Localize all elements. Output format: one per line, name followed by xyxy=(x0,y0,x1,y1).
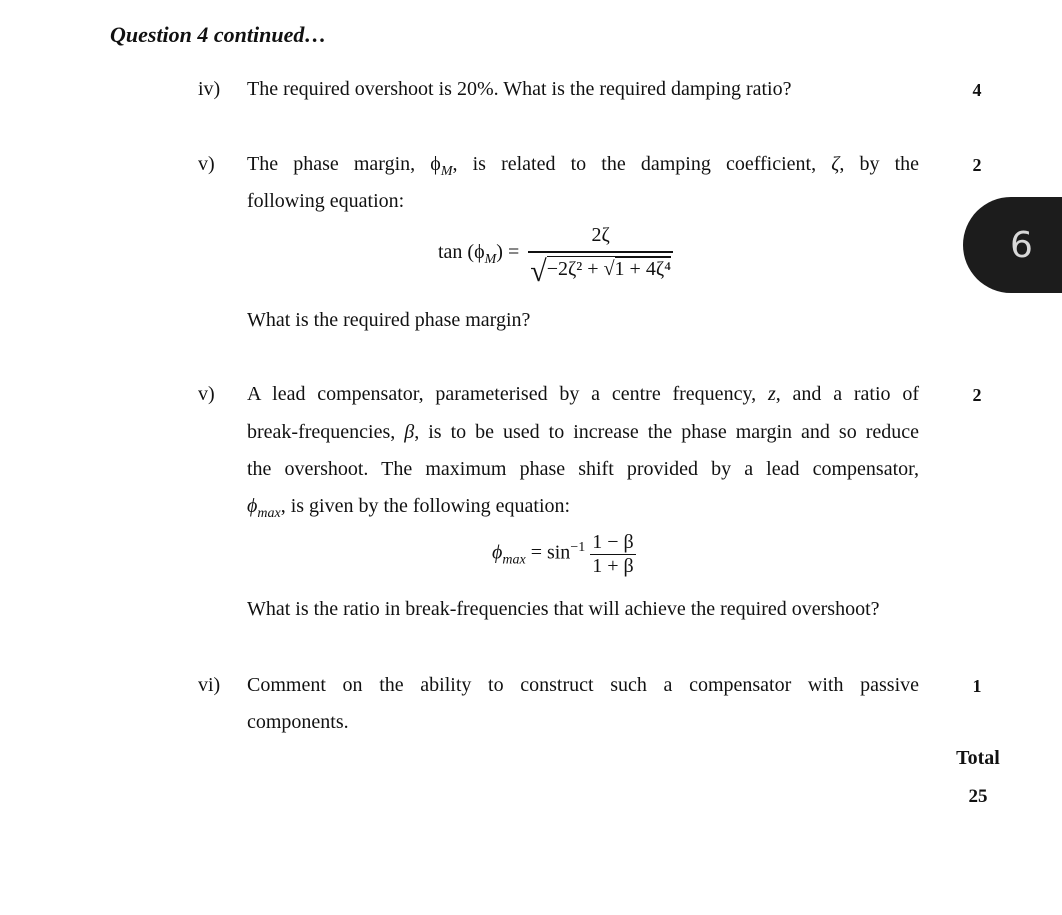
question-text-v-b-line1: A lead compensator, parameterised by a c… xyxy=(247,383,919,405)
question-text-v-a-question: What is the required phase margin? xyxy=(247,309,531,331)
marks-iv: 4 xyxy=(972,80,982,100)
question-text-v-a-line1: The phase margin, ϕM, is related to the … xyxy=(247,153,920,179)
question-label-iv: iv) xyxy=(198,78,221,100)
question-label-v-b: v) xyxy=(198,383,215,405)
question-text-v-b-line3: the overshoot. The maximum phase shift p… xyxy=(247,458,919,480)
marks-vi: 1 xyxy=(972,676,982,696)
question-label-vi: vi) xyxy=(198,674,221,696)
total-value: 25 xyxy=(968,786,988,807)
question-text-vi-line1: Comment on the ability to construct such… xyxy=(247,674,919,696)
question-text-v-b-line4: ϕmax, is given by the following equation… xyxy=(247,495,571,521)
marks-v-b: 2 xyxy=(972,385,982,405)
max-phase-equation: ϕmax = sin−1 1 − β 1 + β xyxy=(492,531,636,577)
section-heading: Question 4 continued… xyxy=(110,22,327,47)
phase-margin-equation: tan (ϕM) = 2ζ √−2ζ² + √1 + 4ζ⁴ xyxy=(438,224,674,288)
question-label-v-a: v) xyxy=(198,153,215,175)
question-text-iv: The required overshoot is 20%. What is t… xyxy=(247,78,792,100)
total-label: Total xyxy=(956,747,1000,769)
page-number-badge[interactable]: 6 xyxy=(963,197,1062,293)
question-text-v-b-question: What is the ratio in break-frequencies t… xyxy=(247,598,880,620)
marks-v-a: 2 xyxy=(972,155,982,175)
question-text-vi-line2: components. xyxy=(247,711,349,733)
question-text-v-a-line2: following equation: xyxy=(247,190,405,212)
question-text-v-b-line2: break-frequencies, β, is to be used to i… xyxy=(247,421,919,443)
